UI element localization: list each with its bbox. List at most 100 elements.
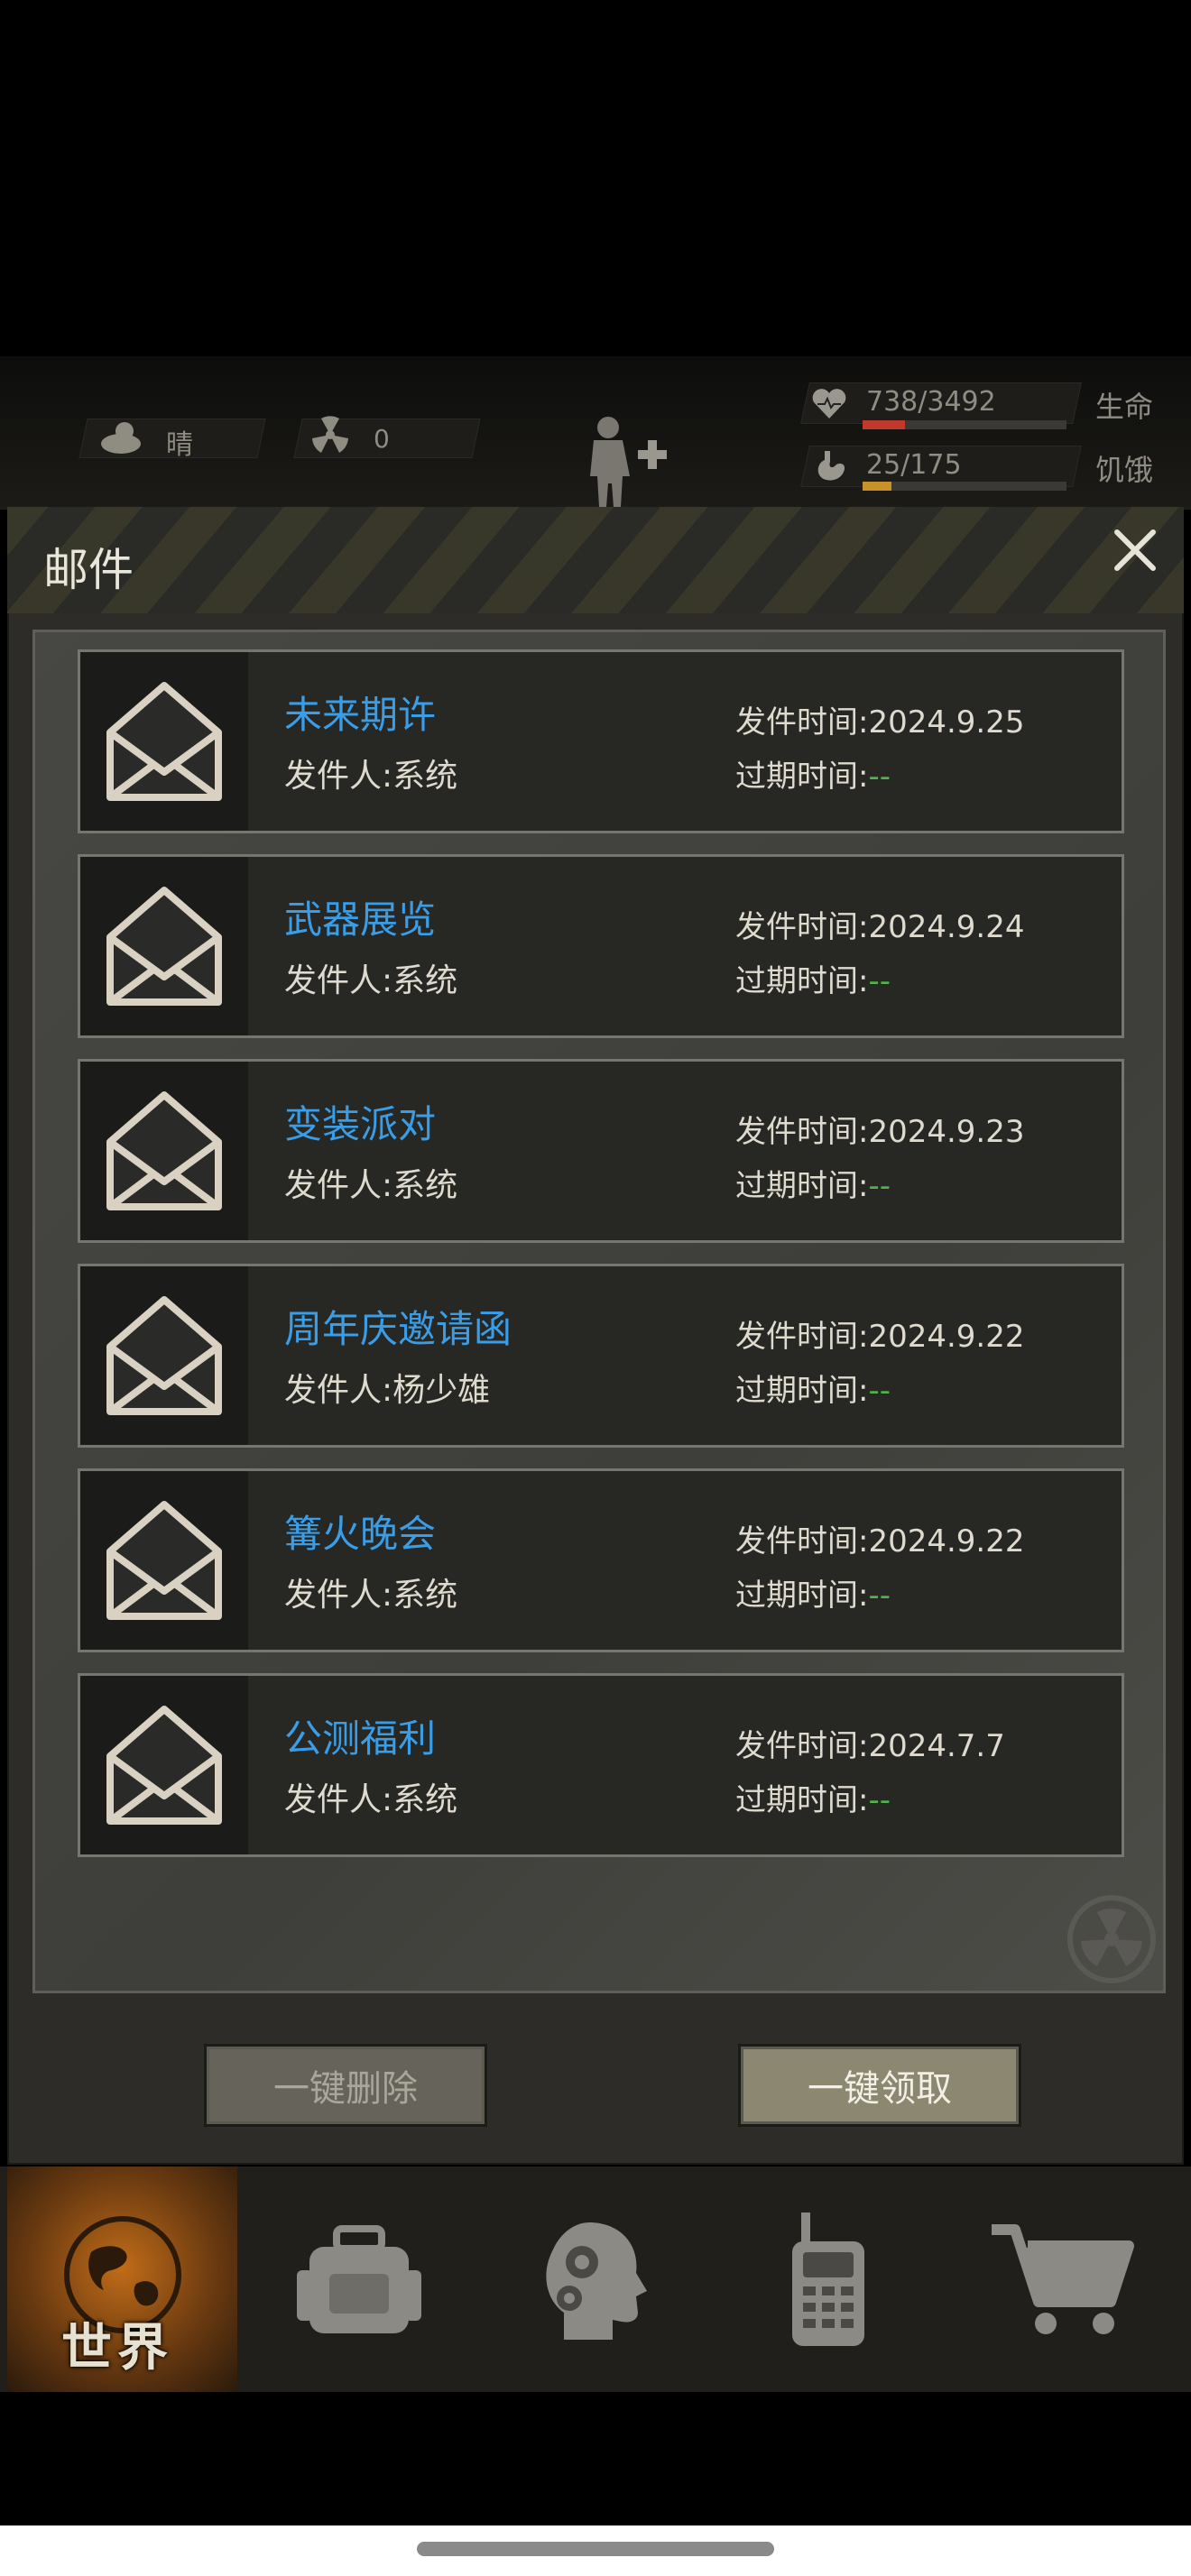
hunger-bar xyxy=(863,482,1066,491)
expire-value: -- xyxy=(868,1373,891,1409)
mail-expire-time: 过期时间:-- xyxy=(735,1161,891,1205)
hazard-stripe-header xyxy=(7,507,1184,613)
mail-expire-time: 过期时间:-- xyxy=(735,1570,891,1615)
shop-cart-icon xyxy=(991,2224,1134,2334)
send-time-value: 2024.9.25 xyxy=(868,704,1025,741)
expire-label: 过期时间: xyxy=(735,1373,869,1409)
health-bar xyxy=(863,420,1066,429)
hunger-label: 饥饿 xyxy=(1095,453,1154,487)
mail-send-time: 发件时间:2024.9.23 xyxy=(735,1107,1025,1151)
nav-skills[interactable] xyxy=(478,2167,708,2392)
sender-value: 系统 xyxy=(392,1577,458,1614)
stomach-icon xyxy=(817,451,845,481)
radio-icon xyxy=(791,2213,864,2346)
expire-value: -- xyxy=(868,759,891,795)
mail-item[interactable]: 周年庆邀请函 发件人:杨少雄 发件时间:2024.9.22 过期时间:-- xyxy=(78,1264,1124,1448)
mail-subject: 周年庆邀请函 xyxy=(284,1307,512,1351)
health-value: 738/3492 xyxy=(866,386,996,418)
mail-subject: 变装派对 xyxy=(284,1102,437,1146)
mail-send-time: 发件时间:2024.9.22 xyxy=(735,1311,1025,1356)
envelope-icon xyxy=(106,1091,222,1210)
expire-value: -- xyxy=(868,1782,891,1818)
hunger-bar-fill xyxy=(863,482,891,491)
sender-value: 系统 xyxy=(392,962,458,999)
health-bar-fill xyxy=(863,420,906,429)
send-time-label: 发件时间: xyxy=(735,1728,869,1764)
sender-label: 发件人: xyxy=(284,1167,393,1204)
send-time-value: 2024.9.22 xyxy=(868,1523,1025,1559)
mail-icon-box xyxy=(80,857,248,1035)
sender-label: 发件人: xyxy=(284,1781,393,1818)
send-time-label: 发件时间: xyxy=(735,704,869,741)
send-time-label: 发件时间: xyxy=(735,1523,869,1559)
mail-send-time: 发件时间:2024.9.22 xyxy=(735,1516,1025,1560)
expire-label: 过期时间: xyxy=(735,1782,869,1818)
claim-all-button[interactable]: 一键领取 xyxy=(738,2044,1021,2127)
mail-item[interactable]: 未来期许 发件人:系统 发件时间:2024.9.25 过期时间:-- xyxy=(78,649,1124,833)
send-time-value: 2024.9.24 xyxy=(868,909,1025,945)
mail-icon-box xyxy=(80,1471,248,1650)
send-time-value: 2024.7.7 xyxy=(868,1728,1005,1764)
mail-sender: 发件人:系统 xyxy=(284,1159,457,1206)
delete-all-button[interactable]: 一键删除 xyxy=(204,2044,487,2127)
mail-icon-box xyxy=(80,1266,248,1445)
send-time-label: 发件时间: xyxy=(735,1319,869,1355)
hunger-value: 25/175 xyxy=(866,449,962,481)
mail-expire-time: 过期时间:-- xyxy=(735,1366,891,1410)
sender-label: 发件人: xyxy=(284,962,393,999)
expire-label: 过期时间: xyxy=(735,759,869,795)
weather-text: 晴 xyxy=(166,429,193,461)
mail-icon-box xyxy=(80,1676,248,1854)
skills-head-icon xyxy=(545,2222,647,2340)
expire-label: 过期时间: xyxy=(735,1578,869,1614)
mail-item[interactable]: 武器展览发件人:系统 发件时间:2024.9.24 过期时间:-- xyxy=(78,854,1124,1038)
sender-label: 发件人: xyxy=(284,1372,393,1409)
mail-expire-time: 过期时间:-- xyxy=(735,751,891,796)
expire-value: -- xyxy=(868,1168,891,1204)
mail-sender: 发件人:系统 xyxy=(284,954,457,1001)
mail-send-time: 发件时间:2024.7.7 xyxy=(735,1721,1005,1765)
nav-radio[interactable] xyxy=(713,2167,943,2392)
mail-subject: 公测福利 xyxy=(284,1716,437,1761)
expire-label: 过期时间: xyxy=(735,963,869,999)
character-heal-icon[interactable] xyxy=(574,413,682,507)
send-time-label: 发件时间: xyxy=(735,909,869,945)
mail-send-time: 发件时间:2024.9.25 xyxy=(735,697,1025,741)
nav-world-label: 世界 xyxy=(61,2319,173,2378)
radiation-value: 0 xyxy=(374,424,390,454)
expire-value: -- xyxy=(868,963,891,999)
radiation-watermark-icon xyxy=(1067,1895,1156,1983)
envelope-icon xyxy=(106,682,222,801)
sender-label: 发件人: xyxy=(284,1577,393,1614)
mail-item[interactable]: 公测福利发件人:系统 发件时间:2024.7.7 过期时间:-- xyxy=(78,1673,1124,1857)
send-time-value: 2024.9.22 xyxy=(868,1319,1025,1355)
close-icon[interactable] xyxy=(1108,523,1162,577)
mail-send-time: 发件时间:2024.9.24 xyxy=(735,902,1025,946)
mail-icon-box xyxy=(80,652,248,831)
sender-value: 系统 xyxy=(392,1781,458,1818)
radiation-icon xyxy=(312,416,348,453)
mail-sender: 发件人:系统 xyxy=(284,1569,457,1615)
envelope-icon xyxy=(106,1706,222,1825)
mail-item[interactable]: 变装派对发件人:系统 发件时间:2024.9.23 过期时间:-- xyxy=(78,1059,1124,1243)
sender-value: 系统 xyxy=(392,758,458,795)
send-time-label: 发件时间: xyxy=(735,1114,869,1150)
send-time-value: 2024.9.23 xyxy=(868,1114,1025,1150)
sender-label: 发件人: xyxy=(284,758,393,795)
panel-title: 邮件 xyxy=(43,544,134,596)
envelope-icon xyxy=(106,1501,222,1620)
home-indicator[interactable] xyxy=(417,2542,774,2556)
mail-subject: 武器展览 xyxy=(284,897,437,942)
nav-shop[interactable] xyxy=(947,2167,1177,2392)
mail-expire-time: 过期时间:-- xyxy=(735,956,891,1000)
envelope-icon xyxy=(106,1296,222,1415)
mail-item[interactable]: 篝火晚会发件人:系统 发件时间:2024.9.22 过期时间:-- xyxy=(78,1468,1124,1652)
sender-value: 杨少雄 xyxy=(392,1372,491,1409)
weather-cloud-icon xyxy=(101,422,141,454)
envelope-icon xyxy=(106,887,222,1006)
backpack-icon xyxy=(296,2225,421,2333)
nav-backpack[interactable] xyxy=(244,2167,474,2392)
mail-subject: 篝火晚会 xyxy=(284,1512,437,1556)
mail-sender: 发件人:杨少雄 xyxy=(284,1364,490,1411)
expire-value: -- xyxy=(868,1578,891,1614)
